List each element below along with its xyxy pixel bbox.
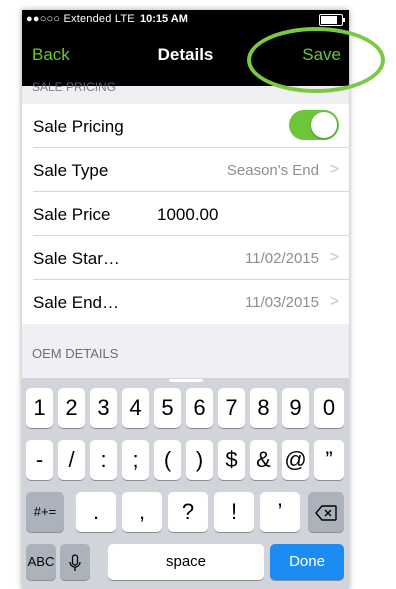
key-2[interactable]: 2 bbox=[58, 388, 85, 428]
row-sale-pricing: Sale Pricing bbox=[22, 104, 349, 148]
delete-key[interactable] bbox=[308, 492, 344, 532]
symbols-mode-key[interactable]: #+= bbox=[26, 492, 64, 532]
key-1[interactable]: 1 bbox=[26, 388, 53, 428]
row-label: Sale End… bbox=[33, 293, 119, 312]
key-apostrophe[interactable]: ’ bbox=[260, 492, 300, 532]
key-at[interactable]: @ bbox=[282, 440, 309, 480]
chevron-right-icon: > bbox=[329, 293, 339, 310]
key-slash[interactable]: / bbox=[58, 440, 85, 480]
status-time: 10:15 AM bbox=[140, 13, 188, 25]
key-8[interactable]: 8 bbox=[250, 388, 277, 428]
row-label: Sale Type bbox=[33, 161, 109, 180]
microphone-icon bbox=[69, 554, 81, 572]
key-open-paren[interactable]: ( bbox=[154, 440, 181, 480]
key-9[interactable]: 9 bbox=[282, 388, 309, 428]
key-comma[interactable]: , bbox=[122, 492, 162, 532]
row-sale-end[interactable]: Sale End… 11/03/2015 > bbox=[22, 280, 349, 324]
numeric-keyboard: 1 2 3 4 5 6 7 8 9 0 - / : ; ( ) $ & @ ” … bbox=[22, 378, 349, 589]
key-6[interactable]: 6 bbox=[186, 388, 213, 428]
row-sale-start[interactable]: Sale Star… 11/02/2015 > bbox=[22, 236, 349, 280]
row-label: Sale Star… bbox=[33, 249, 120, 268]
key-ampersand[interactable]: & bbox=[250, 440, 277, 480]
details-list: SALE PRICING Sale Pricing Sale Type Seas… bbox=[22, 80, 349, 378]
row-value: 11/02/2015 bbox=[245, 250, 319, 267]
key-7[interactable]: 7 bbox=[218, 388, 245, 428]
section-header-oem-details: OEM DETAILS bbox=[32, 346, 119, 361]
key-quote[interactable]: ” bbox=[314, 440, 344, 480]
highlight-circle bbox=[247, 27, 385, 93]
abc-key[interactable]: ABC bbox=[26, 544, 56, 580]
battery-icon bbox=[319, 14, 345, 26]
section-header-sale-pricing: SALE PRICING bbox=[32, 80, 117, 94]
key-semicolon[interactable]: ; bbox=[122, 440, 149, 480]
toggle-knob bbox=[311, 112, 337, 138]
backspace-icon bbox=[315, 505, 337, 521]
key-3[interactable]: 3 bbox=[90, 388, 117, 428]
done-key[interactable]: Done bbox=[270, 544, 344, 580]
key-5[interactable]: 5 bbox=[154, 388, 181, 428]
key-period[interactable]: . bbox=[76, 492, 116, 532]
key-4[interactable]: 4 bbox=[122, 388, 149, 428]
microphone-key[interactable] bbox=[60, 544, 90, 580]
keyboard-handle bbox=[169, 379, 203, 382]
row-label: Sale Pricing bbox=[33, 117, 124, 136]
key-exclamation[interactable]: ! bbox=[214, 492, 254, 532]
space-key[interactable]: space bbox=[108, 544, 264, 580]
phone-screen: ●●○○○ Extended LTE 10:15 AM Back Details… bbox=[22, 10, 349, 589]
sale-price-input[interactable]: 1000.00 bbox=[157, 205, 218, 225]
row-sale-price: Sale Price 1000.00 bbox=[22, 192, 349, 236]
row-value: Season's End bbox=[226, 162, 319, 179]
key-colon[interactable]: : bbox=[90, 440, 117, 480]
key-hyphen[interactable]: - bbox=[26, 440, 53, 480]
row-sale-type[interactable]: Sale Type Season's End > bbox=[22, 148, 349, 192]
chevron-right-icon: > bbox=[329, 249, 339, 266]
sale-pricing-toggle[interactable] bbox=[289, 110, 339, 140]
row-label: Sale Price bbox=[33, 205, 111, 224]
key-0[interactable]: 0 bbox=[314, 388, 344, 428]
key-dollar[interactable]: $ bbox=[218, 440, 245, 480]
row-value: 11/03/2015 bbox=[245, 294, 319, 311]
key-close-paren[interactable]: ) bbox=[186, 440, 213, 480]
key-question[interactable]: ? bbox=[168, 492, 208, 532]
chevron-right-icon: > bbox=[329, 161, 339, 178]
carrier-signal: ●●○○○ Extended LTE bbox=[26, 13, 135, 25]
